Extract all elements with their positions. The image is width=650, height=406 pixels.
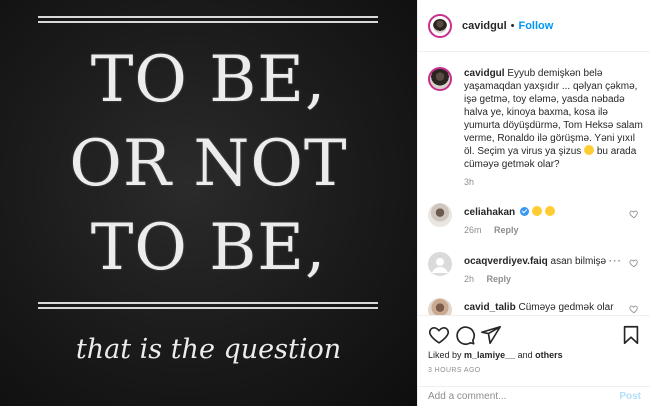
avatar[interactable]: [428, 67, 452, 91]
header-username[interactable]: cavidgul: [462, 20, 507, 32]
grinning-emoji-icon: [584, 145, 595, 155]
comment-time[interactable]: 26m: [464, 225, 482, 235]
quote-subline: that is the question: [75, 334, 342, 365]
like-comment-heart-icon[interactable]: [629, 304, 639, 314]
reply-button[interactable]: Reply: [494, 225, 519, 235]
avatar[interactable]: [428, 252, 452, 276]
post-image[interactable]: TO BE, OR NOT TO BE, that is the questio…: [0, 0, 417, 406]
divider: [38, 21, 378, 23]
divider: [38, 302, 378, 304]
comment-input[interactable]: [428, 391, 608, 402]
comment-icon[interactable]: [454, 324, 476, 346]
avatar[interactable]: [428, 13, 452, 38]
grinning-emoji-icon: [544, 206, 555, 216]
likes-and: and: [517, 350, 533, 360]
like-comment-heart-icon[interactable]: [629, 258, 639, 268]
like-heart-icon[interactable]: [428, 324, 450, 346]
avatar[interactable]: [428, 298, 452, 315]
divider: [38, 16, 378, 18]
post-sidebar: cavidgul • Follow cavidgul Eyyub demişkə…: [417, 0, 650, 406]
caption-time[interactable]: 3h: [464, 177, 474, 187]
post-header: cavidgul • Follow: [418, 0, 650, 52]
caption: cavidgul Eyyub demişkən belə yaşamaqdan …: [428, 67, 643, 187]
grinning-emoji-icon: [531, 206, 542, 216]
list-item: ocaqverdiyev.faiq asan bilmişə ··· 2h Re…: [428, 252, 643, 284]
likes-summary: Liked by m_lamiye__ and others: [428, 350, 563, 360]
default-avatar-icon: [432, 258, 448, 273]
list-item: celiahakan 26m Reply: [428, 203, 643, 235]
add-comment-bar: Post: [418, 386, 650, 406]
quote-line-3: TO BE,: [90, 211, 327, 285]
quote-line-1: TO BE,: [90, 43, 327, 117]
comment-username[interactable]: celiahakan: [464, 207, 515, 218]
liked-by-username[interactable]: m_lamiye__: [464, 350, 515, 360]
divider: [38, 307, 378, 309]
comment-text: asan bilmişə: [550, 256, 607, 267]
comment-username[interactable]: cavid_talib: [464, 302, 516, 313]
reply-button[interactable]: Reply: [487, 274, 512, 284]
comment-text: Cüməyə gedmək olar: [518, 302, 614, 313]
caption-text: Eyyub demişkən belə yaşamaqdan yaxşıdır …: [464, 68, 643, 157]
bookmark-icon[interactable]: [620, 324, 642, 346]
separator-dot: •: [510, 19, 515, 32]
comments-list[interactable]: cavidgul Eyyub demişkən belə yaşamaqdan …: [418, 53, 650, 315]
likes-prefix: Liked by: [428, 350, 462, 360]
verified-badge-icon: [519, 207, 529, 216]
quote-line-2: OR NOT: [69, 127, 348, 201]
list-item: cavid_talib Cüməyə gedmək olar: [428, 298, 643, 315]
likes-others-link[interactable]: others: [535, 350, 563, 360]
more-options-icon[interactable]: ···: [609, 256, 622, 267]
post-comment-button[interactable]: Post: [619, 391, 641, 402]
caption-username[interactable]: cavidgul: [464, 68, 505, 79]
post-timestamp[interactable]: 3 HOURS AGO: [428, 367, 481, 374]
follow-button[interactable]: Follow: [518, 20, 553, 32]
share-icon[interactable]: [480, 324, 502, 346]
comment-username[interactable]: ocaqverdiyev.faiq: [464, 256, 548, 267]
comment-time[interactable]: 2h: [464, 274, 474, 284]
like-comment-heart-icon[interactable]: [629, 209, 639, 219]
avatar[interactable]: [428, 203, 452, 227]
